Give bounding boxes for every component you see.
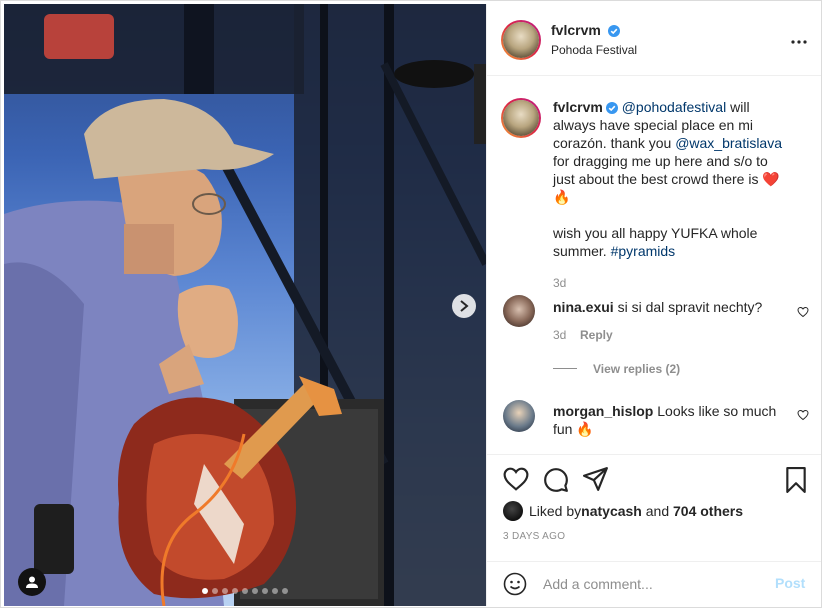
reply-button[interactable]: Reply <box>580 328 613 342</box>
carousel-dot <box>242 588 248 594</box>
more-horizontal-icon <box>791 40 807 44</box>
like-heart-icon[interactable] <box>503 467 529 491</box>
likes-summary: Liked by natycash and 704 others <box>503 501 743 521</box>
carousel-dot <box>222 588 228 594</box>
carousel-dot <box>232 588 238 594</box>
liked-by-and: and <box>641 503 673 519</box>
post-caption: fvlcrvm @pohodafestival will always have… <box>553 98 793 292</box>
comment-emoji: 🔥 <box>576 421 594 437</box>
post-side-panel: fvlcrvm Pohoda Festival fvlcrvm @pohodaf… <box>486 4 821 606</box>
comment-username[interactable]: morgan_hislop <box>553 403 653 419</box>
mention-link[interactable]: @wax_bratislava <box>675 135 782 151</box>
liked-by-others-link[interactable]: 704 others <box>673 503 743 519</box>
caption-age[interactable]: 3d <box>553 274 793 292</box>
carousel-dot <box>212 588 218 594</box>
like-comment-heart-icon[interactable] <box>797 306 809 318</box>
liked-by-prefix: Liked by <box>529 503 582 519</box>
comment-username[interactable]: nina.exui <box>553 299 614 315</box>
mention-link[interactable]: @pohodafestival <box>622 99 727 115</box>
like-comment-heart-icon[interactable] <box>797 409 809 421</box>
post-modal: fvlcrvm Pohoda Festival fvlcrvm @pohodaf… <box>0 0 822 608</box>
commenter-avatar[interactable] <box>503 295 535 327</box>
author-avatar[interactable] <box>501 20 541 60</box>
replies-divider <box>553 368 577 369</box>
more-options-button[interactable] <box>787 30 811 54</box>
comment-age[interactable]: 3d <box>553 328 566 342</box>
post-header: fvlcrvm Pohoda Festival <box>487 4 821 76</box>
verified-badge-icon <box>607 25 620 37</box>
carousel-dot <box>272 588 278 594</box>
comment-item: morgan_hislop Looks like so much fun 🔥 <box>553 402 783 438</box>
carousel-dot <box>252 588 258 594</box>
photo-illustration <box>4 4 486 606</box>
add-comment-input[interactable] <box>543 573 763 595</box>
carousel-dot <box>282 588 288 594</box>
commenter-avatar[interactable] <box>503 400 535 432</box>
post-timestamp[interactable]: 3 DAYS AGO <box>503 531 565 542</box>
carousel-dot <box>262 588 268 594</box>
add-comment-bar: Post <box>487 561 821 605</box>
caption-avatar[interactable] <box>501 98 541 138</box>
post-location[interactable]: Pohoda Festival <box>551 43 637 57</box>
caption-username[interactable]: fvlcrvm <box>553 99 603 115</box>
chevron-right-icon <box>460 300 469 312</box>
share-paper-plane-icon[interactable] <box>583 467 609 491</box>
comment-item: nina.exui si si dal spravit nechty? <box>553 298 783 316</box>
comments-section: fvlcrvm @pohodafestival will always have… <box>487 76 821 454</box>
save-bookmark-icon[interactable] <box>785 467 807 493</box>
verified-badge-icon <box>605 102 618 114</box>
carousel-indicator <box>4 588 486 594</box>
post-comment-button[interactable]: Post <box>775 575 805 591</box>
post-actions: Liked by natycash and 704 others 3 DAYS … <box>487 454 821 604</box>
liker-avatar[interactable] <box>503 501 523 521</box>
comment-bubble-icon[interactable] <box>543 467 569 493</box>
view-replies-button[interactable]: View replies (2) <box>593 362 680 376</box>
author-username[interactable]: fvlcrvm <box>551 22 601 38</box>
next-photo-button[interactable] <box>452 294 476 318</box>
carousel-dot <box>202 588 208 594</box>
post-photo[interactable] <box>4 4 486 606</box>
user-icon <box>26 576 38 588</box>
comment-text: si si dal spravit nechty? <box>617 299 763 315</box>
hashtag-link[interactable]: #pyramids <box>611 243 676 259</box>
liked-by-user-link[interactable]: natycash <box>581 503 642 519</box>
caption-text: for dragging me up here and s/o to just … <box>553 153 768 187</box>
emoji-smiley-icon[interactable] <box>503 572 527 596</box>
